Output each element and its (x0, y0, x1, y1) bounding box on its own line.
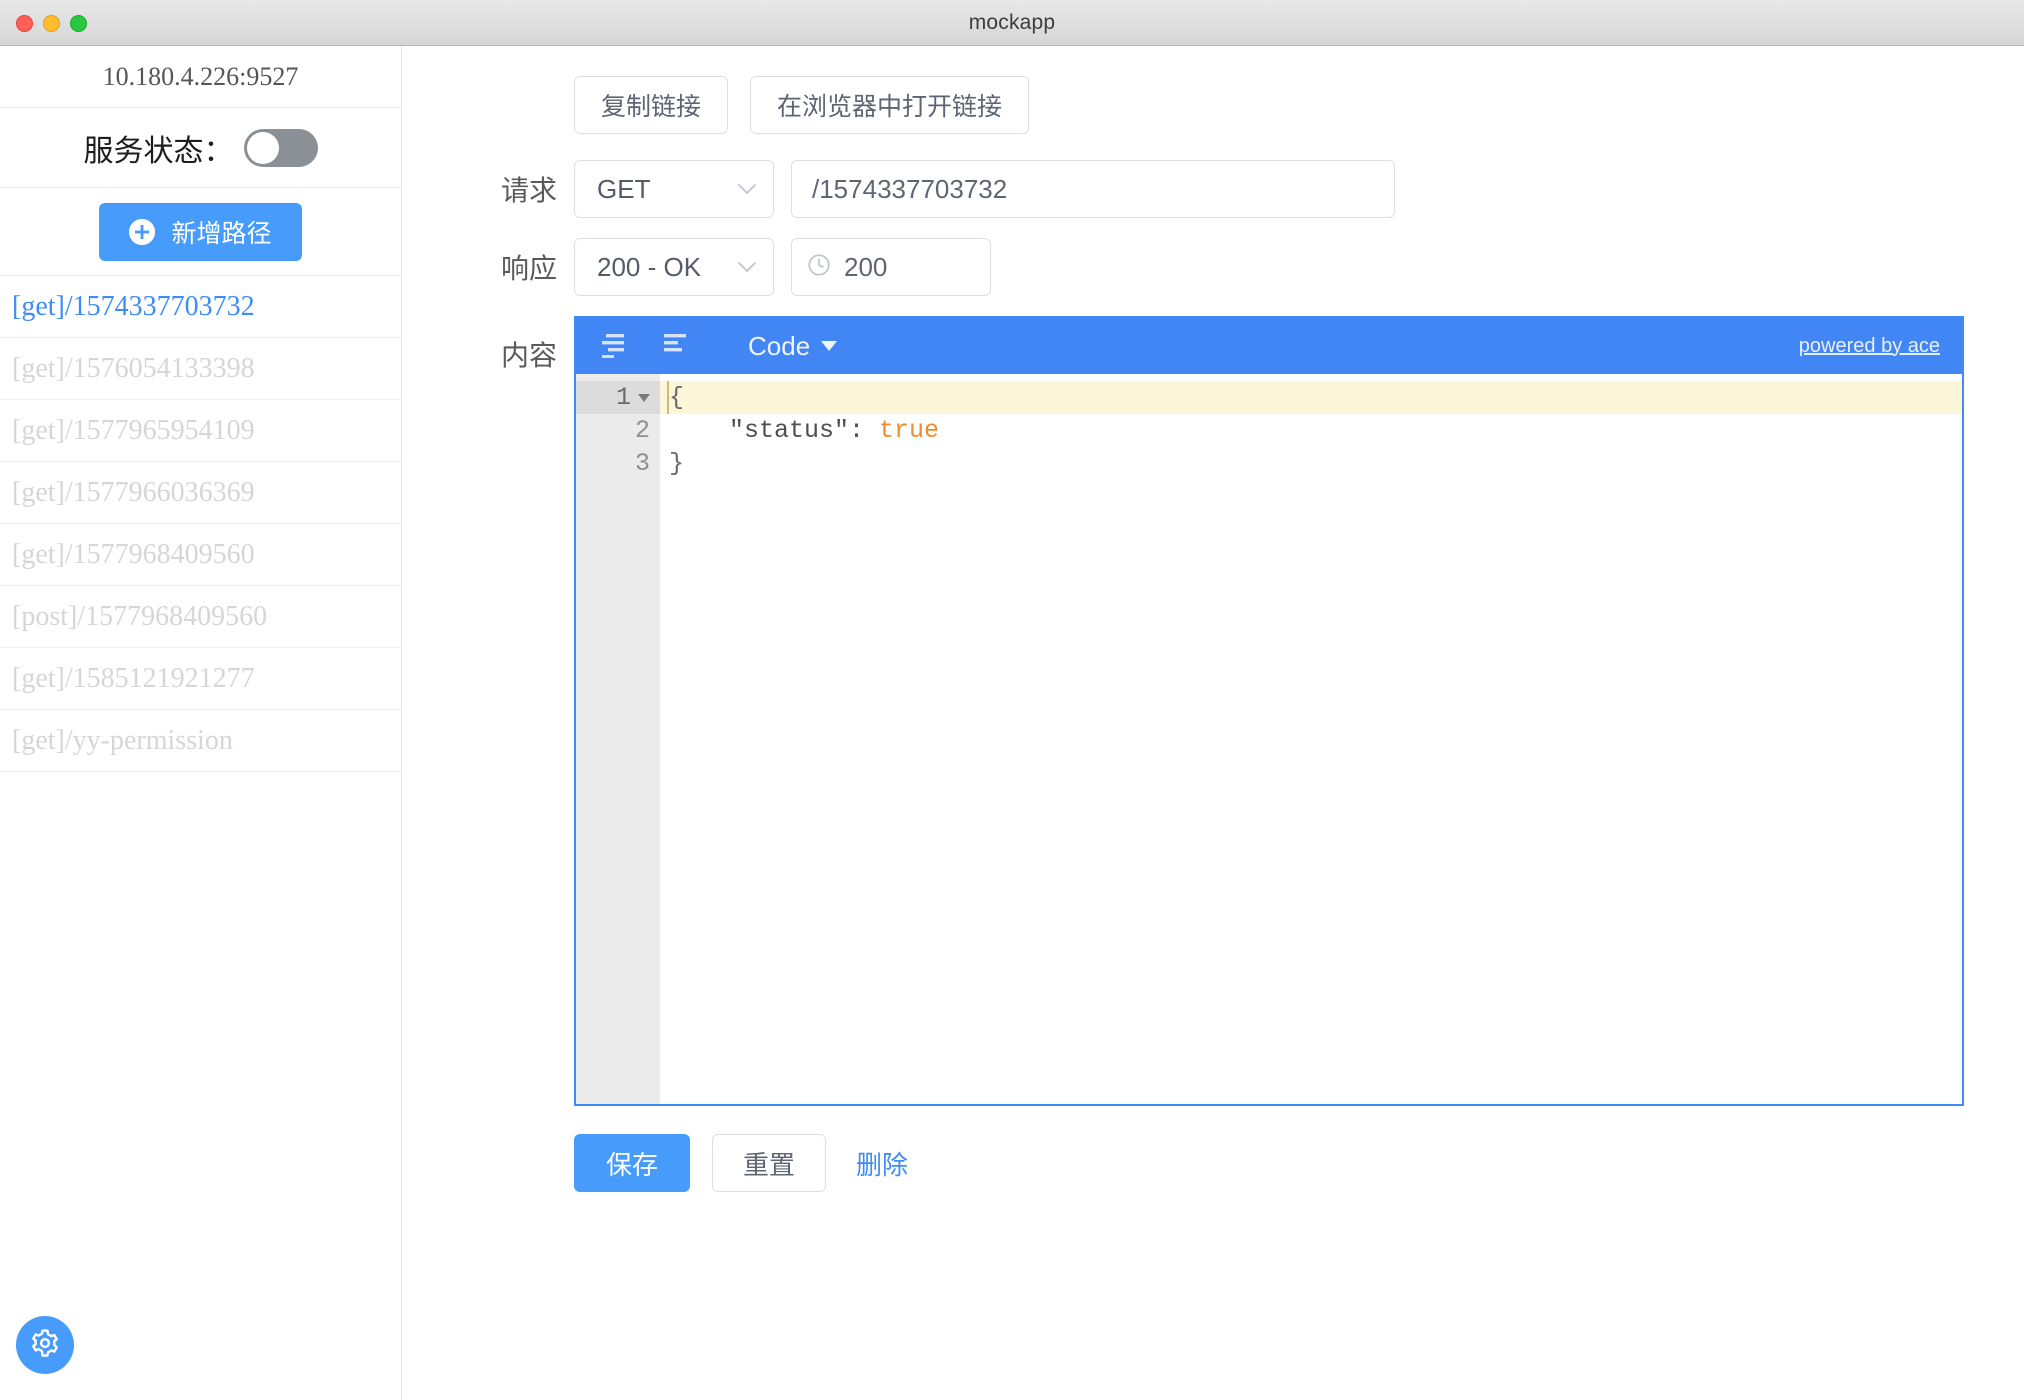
json-editor: Code powered by ace 12 3 { "status": true… (574, 316, 1964, 1106)
route-list-item[interactable]: [get]/1576054133398 (0, 338, 401, 400)
delay-field[interactable] (791, 238, 991, 296)
chevron-down-icon (737, 180, 757, 199)
copy-link-button[interactable]: 复制链接 (574, 76, 729, 134)
response-label: 响应 (500, 254, 557, 285)
editor-mode-value: Code (748, 330, 811, 361)
code-line: "status": true (660, 414, 1962, 447)
route-list-item[interactable]: [get]/yy-permission (0, 710, 401, 772)
route-list-item[interactable]: [get]/1585121921277 (0, 648, 401, 710)
open-in-browser-button[interactable]: 在浏览器中打开链接 (750, 76, 1030, 134)
route-list-item[interactable]: [get]/1577966036369 (0, 462, 401, 524)
add-route-label: 新增路径 (171, 219, 272, 248)
route-label: [get]/yy-permission (12, 724, 233, 756)
save-button[interactable]: 保存 (574, 1134, 691, 1192)
editor-toolbar: Code powered by ace (576, 318, 1962, 374)
sidebar: 10.180.4.226:9527 服务状态： 新增路径 [get]/15743… (0, 46, 402, 1400)
status-code-select[interactable]: 200 - OK (574, 238, 774, 296)
route-list: [get]/1574337703732 [get]/1576054133398 [g… (0, 276, 401, 772)
delay-input[interactable] (844, 251, 976, 283)
route-label: [get]/1574337703732 (12, 290, 255, 322)
gutter-line: 3 (576, 447, 660, 480)
route-list-item[interactable]: [get]/1574337703732 (0, 276, 401, 338)
route-label: [get]/1577968409560 (12, 538, 255, 570)
method-select-value: GET (597, 173, 651, 204)
route-label: [get]/1585121921277 (12, 662, 255, 694)
editor-area[interactable]: 12 3 { "status": true} (576, 374, 1962, 1104)
route-label: [get]/1577965954109 (12, 414, 255, 446)
code-token: true (879, 416, 940, 445)
app-body: 10.180.4.226:9527 服务状态： 新增路径 [get]/15743… (0, 46, 2024, 1400)
window-titlebar: mockapp (0, 0, 2024, 46)
clock-icon (806, 252, 832, 283)
code-token: { (669, 383, 685, 412)
gutter-line: 2 (576, 414, 660, 447)
plus-icon (129, 218, 156, 245)
chevron-down-icon (821, 341, 838, 351)
traffic-light-group (16, 0, 87, 46)
line-number: 3 (634, 449, 650, 478)
reset-button[interactable]: 重置 (712, 1134, 827, 1192)
format-align-left-icon[interactable] (662, 330, 696, 363)
minimize-window-button[interactable] (43, 14, 60, 32)
request-label: 请求 (500, 176, 557, 207)
url-input[interactable] (791, 160, 1395, 218)
request-row: 请求 GET (447, 160, 1964, 218)
chevron-down-icon (737, 258, 757, 277)
code-line: } (660, 447, 1962, 480)
route-label: [post]/1577968409560 (12, 600, 268, 632)
content-label: 内容 (500, 341, 557, 372)
route-label: [get]/1576054133398 (12, 352, 255, 384)
close-window-button[interactable] (16, 14, 33, 32)
editor-code-pane[interactable]: { "status": true} (660, 374, 1962, 1104)
editor-gutter: 12 3 (576, 374, 660, 1104)
code-token: } (669, 449, 685, 478)
service-status-label: 服务状态： (83, 134, 234, 168)
add-route-row: 新增路径 (0, 188, 401, 276)
maximize-window-button[interactable] (70, 14, 87, 32)
editor-mode-select[interactable]: Code (748, 330, 838, 362)
route-label: [get]/1577966036369 (12, 476, 255, 508)
settings-button[interactable] (16, 1316, 74, 1374)
route-list-item[interactable]: [get]/1577968409560 (0, 524, 401, 586)
toggle-knob (246, 131, 279, 164)
powered-by-ace-link[interactable]: powered by ace (1799, 335, 1940, 358)
content-row: 内容 Code powered by ace 1 2 3 {"status":… (447, 316, 1964, 1106)
code-fold-toggle-icon[interactable] (638, 393, 650, 402)
delete-button[interactable]: 删除 (848, 1145, 916, 1182)
link-toolbar: 复制链接 在浏览器中打开链接 (447, 76, 1964, 134)
add-route-button[interactable]: 新增路径 (99, 202, 302, 261)
line-number: 2 (634, 416, 650, 445)
line-number: 1 (615, 383, 631, 412)
server-address: 10.180.4.226:9527 (0, 46, 401, 108)
text-cursor (667, 381, 669, 414)
code-token: "status": (669, 416, 880, 445)
service-status-row: 服务状态： (0, 108, 401, 188)
form-actions: 保存 重置 删除 (447, 1134, 1964, 1192)
response-row: 响应 200 - OK (447, 238, 1964, 296)
code-line: { (660, 381, 1962, 414)
content-panel: 复制链接 在浏览器中打开链接 请求 GET 响应 200 - OK (402, 46, 2024, 1400)
service-status-toggle[interactable] (243, 128, 318, 167)
gutter-line: 1 (576, 381, 660, 414)
route-list-item[interactable]: [post]/1577968409560 (0, 586, 401, 648)
gear-icon (30, 1328, 60, 1363)
format-align-right-icon[interactable] (600, 330, 634, 363)
window-title: mockapp (968, 10, 1056, 34)
status-code-value: 200 - OK (597, 251, 702, 282)
route-list-item[interactable]: [get]/1577965954109 (0, 400, 401, 462)
method-select[interactable]: GET (574, 160, 774, 218)
